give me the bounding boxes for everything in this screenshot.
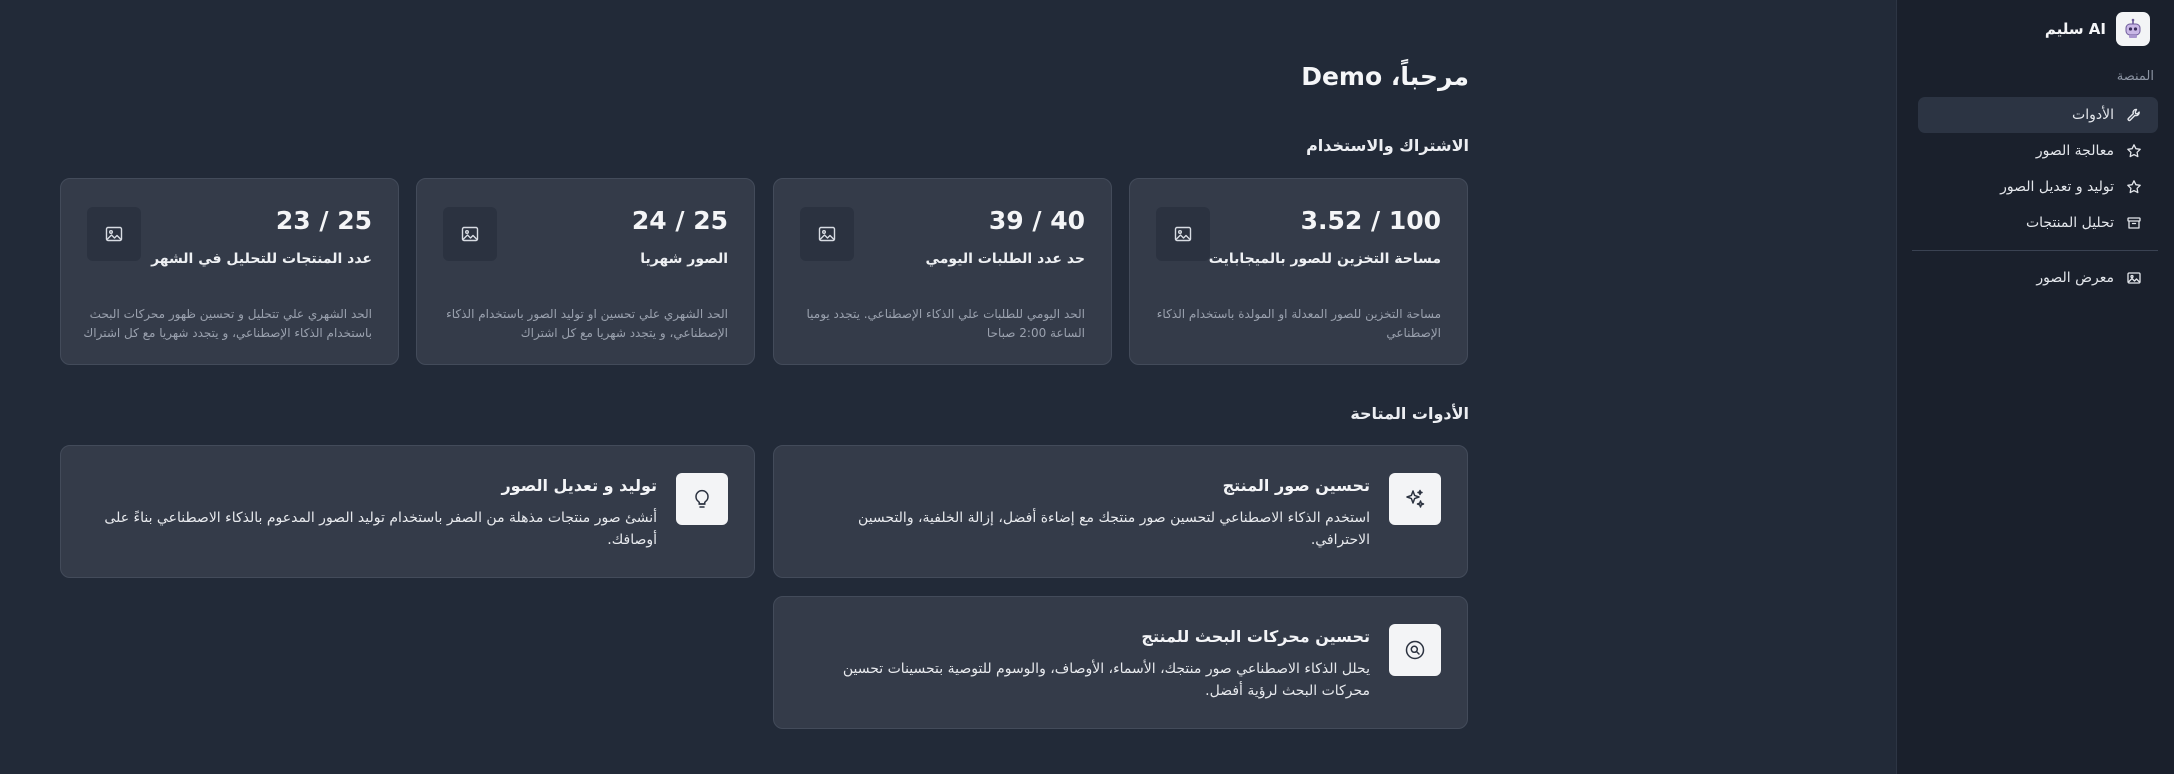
stat-value: 3.52 / 100 — [1300, 206, 1441, 235]
sidebar-item-label: توليد و تعديل الصور — [2000, 179, 2114, 195]
sparkles-icon — [1389, 473, 1441, 525]
sidebar-item-product-analysis[interactable]: تحليل المنتجات — [1918, 205, 2158, 241]
tools-heading: الأدوات المتاحة — [1350, 404, 1469, 423]
robot-logo-icon — [2116, 12, 2150, 46]
sidebar-item-label: معرض الصور — [2036, 270, 2114, 286]
stat-card-monthly-images: 24 / 25 الصور شهريا الحد الشهري علي تحسي… — [416, 178, 755, 365]
stat-card-monthly-products: 23 / 25 عدد المنتجات للتحليل في الشهر ال… — [60, 178, 399, 365]
section-label: المنصة — [2116, 69, 2154, 84]
image-icon — [800, 207, 854, 261]
tool-title: تحسين محركات البحث للمنتج — [1141, 627, 1370, 646]
wrench-icon — [2127, 108, 2140, 122]
stat-title: الصور شهريا — [640, 251, 728, 267]
lightbulb-icon — [676, 473, 728, 525]
stat-card-storage: 3.52 / 100 مساحة التخزين للصور بالميجابا… — [1129, 178, 1468, 365]
stat-title: مساحة التخزين للصور بالميجابايت — [1208, 251, 1441, 267]
brand-name: سليم AI — [2044, 20, 2106, 38]
stat-title: حد عدد الطلبات اليومي — [925, 251, 1085, 267]
page-title: مرحباً، Demo — [1301, 62, 1469, 91]
tool-card-enhance-images[interactable]: تحسين صور المنتج استخدم الذكاء الاصطناعي… — [773, 445, 1468, 578]
star-icon — [2127, 144, 2141, 158]
tool-title: تحسين صور المنتج — [1222, 476, 1370, 495]
stat-description: مساحة التخزين للصور المعدلة او المولدة ب… — [1156, 307, 1441, 340]
star-icon — [2127, 180, 2141, 194]
stat-value: 39 / 40 — [988, 206, 1085, 235]
sidebar-item-image-generation[interactable]: توليد و تعديل الصور — [1918, 169, 2158, 205]
tool-card-generate-images[interactable]: توليد و تعديل الصور أنشئ صور منتجات مذهل… — [60, 445, 755, 578]
tool-card-product-seo[interactable]: تحسين محركات البحث للمنتج يحلل الذكاء ال… — [773, 596, 1468, 729]
usage-heading: الاشتراك والاستخدام — [1306, 136, 1469, 155]
stat-description: الحد اليومي للطلبات علي الذكاء الإصطناعي… — [806, 307, 1086, 340]
sidebar-item-label: معالجة الصور — [2035, 143, 2114, 159]
sidebar-item-label: تحليل المنتجات — [2025, 215, 2114, 231]
sidebar-item-image-processing[interactable]: معالجة الصور — [1918, 133, 2158, 169]
sidebar-item-tools[interactable]: الأدوات — [1918, 97, 2158, 133]
sidebar-item-label: الأدوات — [2072, 107, 2114, 123]
stat-description: الحد الشهري علي تتحليل و تحسين ظهور محرك… — [83, 307, 372, 340]
tool-description: أنشئ صور منتجات مذهلة من الصفر باستخدام … — [104, 510, 657, 548]
stat-title: عدد المنتجات للتحليل في الشهر — [151, 251, 372, 267]
sidebar-item-gallery[interactable]: معرض الصور — [1918, 260, 2158, 296]
sidebar-nav: الأدوات معالجة الصور توليد و تعديل الصور… — [1918, 97, 2158, 241]
stat-card-daily-requests: 39 / 40 حد عدد الطلبات اليومي الحد اليوم… — [773, 178, 1112, 365]
stat-description: الحد الشهري علي تحسين او توليد الصور باس… — [446, 307, 728, 340]
search-icon — [1389, 624, 1441, 676]
sidebar-divider — [1912, 250, 2158, 251]
stat-value: 23 / 25 — [275, 206, 372, 235]
archive-icon — [2127, 217, 2141, 229]
stat-value: 24 / 25 — [631, 206, 728, 235]
tool-description: يحلل الذكاء الاصطناعي صور منتجك، الأسماء… — [842, 661, 1370, 699]
sidebar-nav-secondary: معرض الصور — [1918, 260, 2158, 296]
image-icon — [1156, 207, 1210, 261]
tool-title: توليد و تعديل الصور — [501, 476, 657, 495]
brand[interactable]: سليم AI — [2045, 12, 2150, 46]
image-icon — [443, 207, 497, 261]
tool-description: استخدم الذكاء الاصطناعي لتحسين صور منتجك… — [858, 510, 1370, 548]
sidebar: سليم AI المنصة الأدوات معالجة الصور تولي… — [1896, 0, 2174, 774]
image-icon — [87, 207, 141, 261]
image-icon — [2127, 272, 2141, 284]
